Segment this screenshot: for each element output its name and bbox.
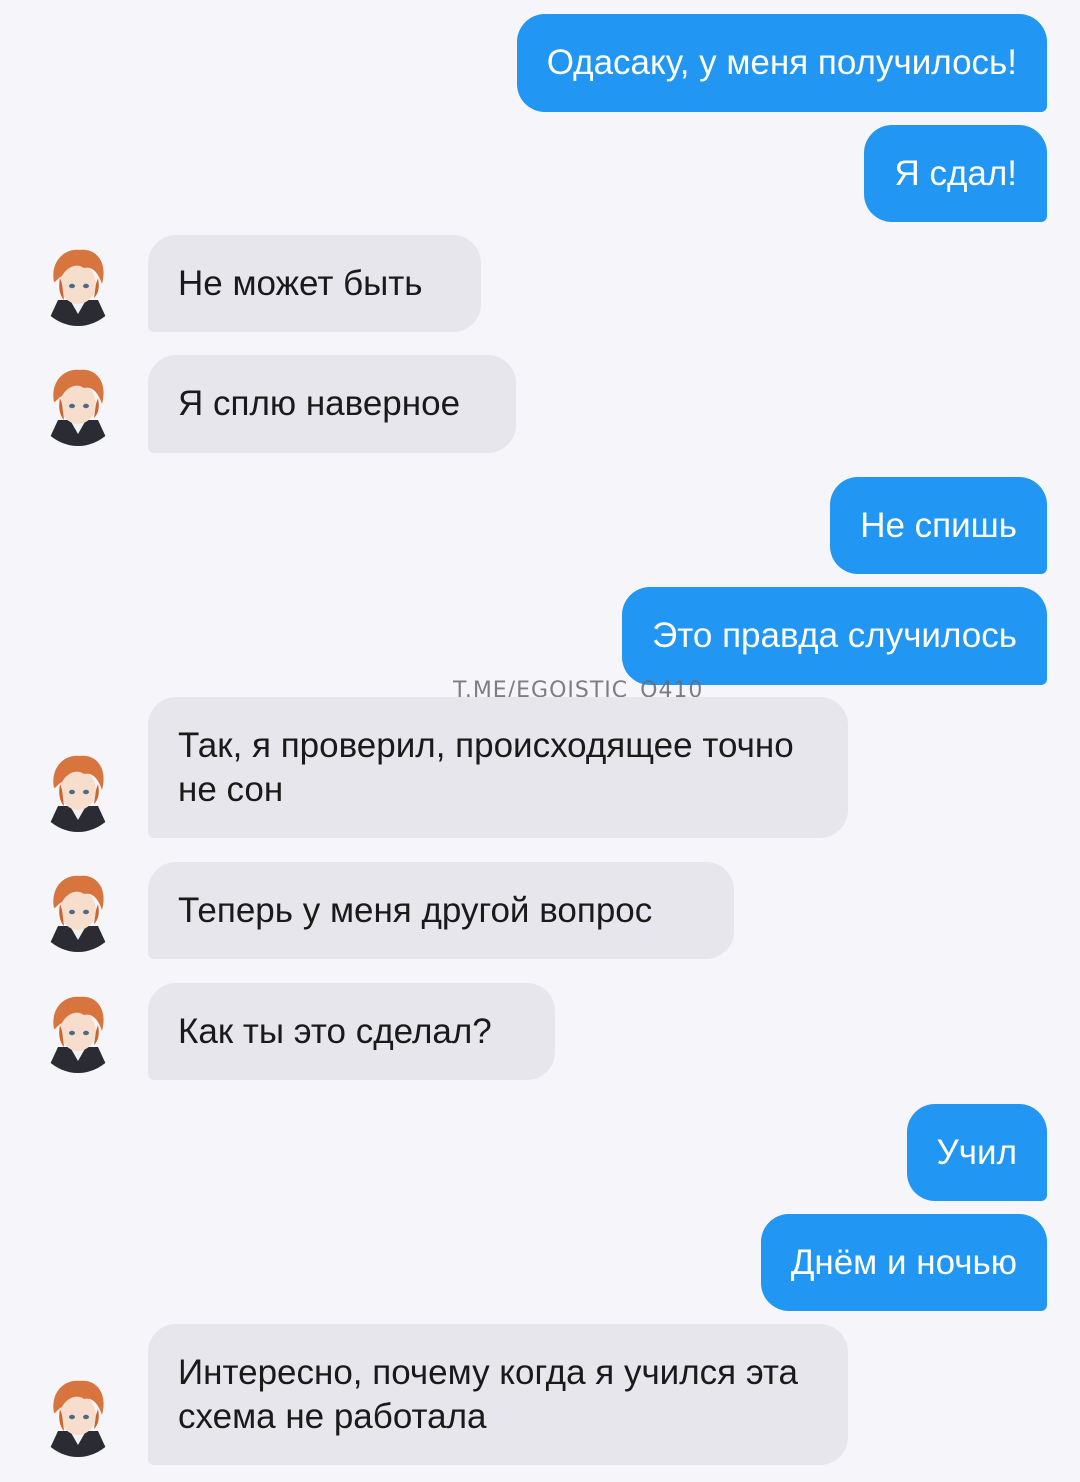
avatar-image — [36, 242, 120, 326]
outgoing-message[interactable]: Я сдал! — [864, 125, 1047, 222]
avatar-image — [36, 989, 120, 1073]
avatar[interactable] — [36, 748, 120, 832]
avatar[interactable] — [36, 242, 120, 326]
incoming-message[interactable]: Интересно, почему когда я учился эта схе… — [148, 1324, 848, 1465]
avatar-image — [36, 868, 120, 952]
outgoing-message[interactable]: Учил — [906, 1104, 1047, 1201]
avatar[interactable] — [36, 868, 120, 952]
incoming-message[interactable]: Как ты это сделал? — [148, 983, 555, 1080]
outgoing-message[interactable]: Днём и ночью — [760, 1214, 1047, 1311]
incoming-message[interactable]: Не может быть — [148, 235, 481, 332]
outgoing-message[interactable]: Одасаку, у меня получилось! — [516, 14, 1047, 112]
avatar-image — [36, 1373, 120, 1457]
avatar-image — [36, 362, 120, 446]
avatar[interactable] — [36, 1373, 120, 1457]
avatar[interactable] — [36, 362, 120, 446]
avatar[interactable] — [36, 989, 120, 1073]
incoming-message[interactable]: Так, я проверил, происходящее точно не с… — [148, 697, 848, 838]
outgoing-message[interactable]: Не спишь — [830, 477, 1047, 574]
incoming-message[interactable]: Я сплю наверное — [148, 355, 516, 453]
outgoing-message[interactable]: Это правда случилось — [622, 587, 1047, 685]
avatar-image — [36, 748, 120, 832]
incoming-message[interactable]: Теперь у меня другой вопрос — [148, 862, 734, 959]
